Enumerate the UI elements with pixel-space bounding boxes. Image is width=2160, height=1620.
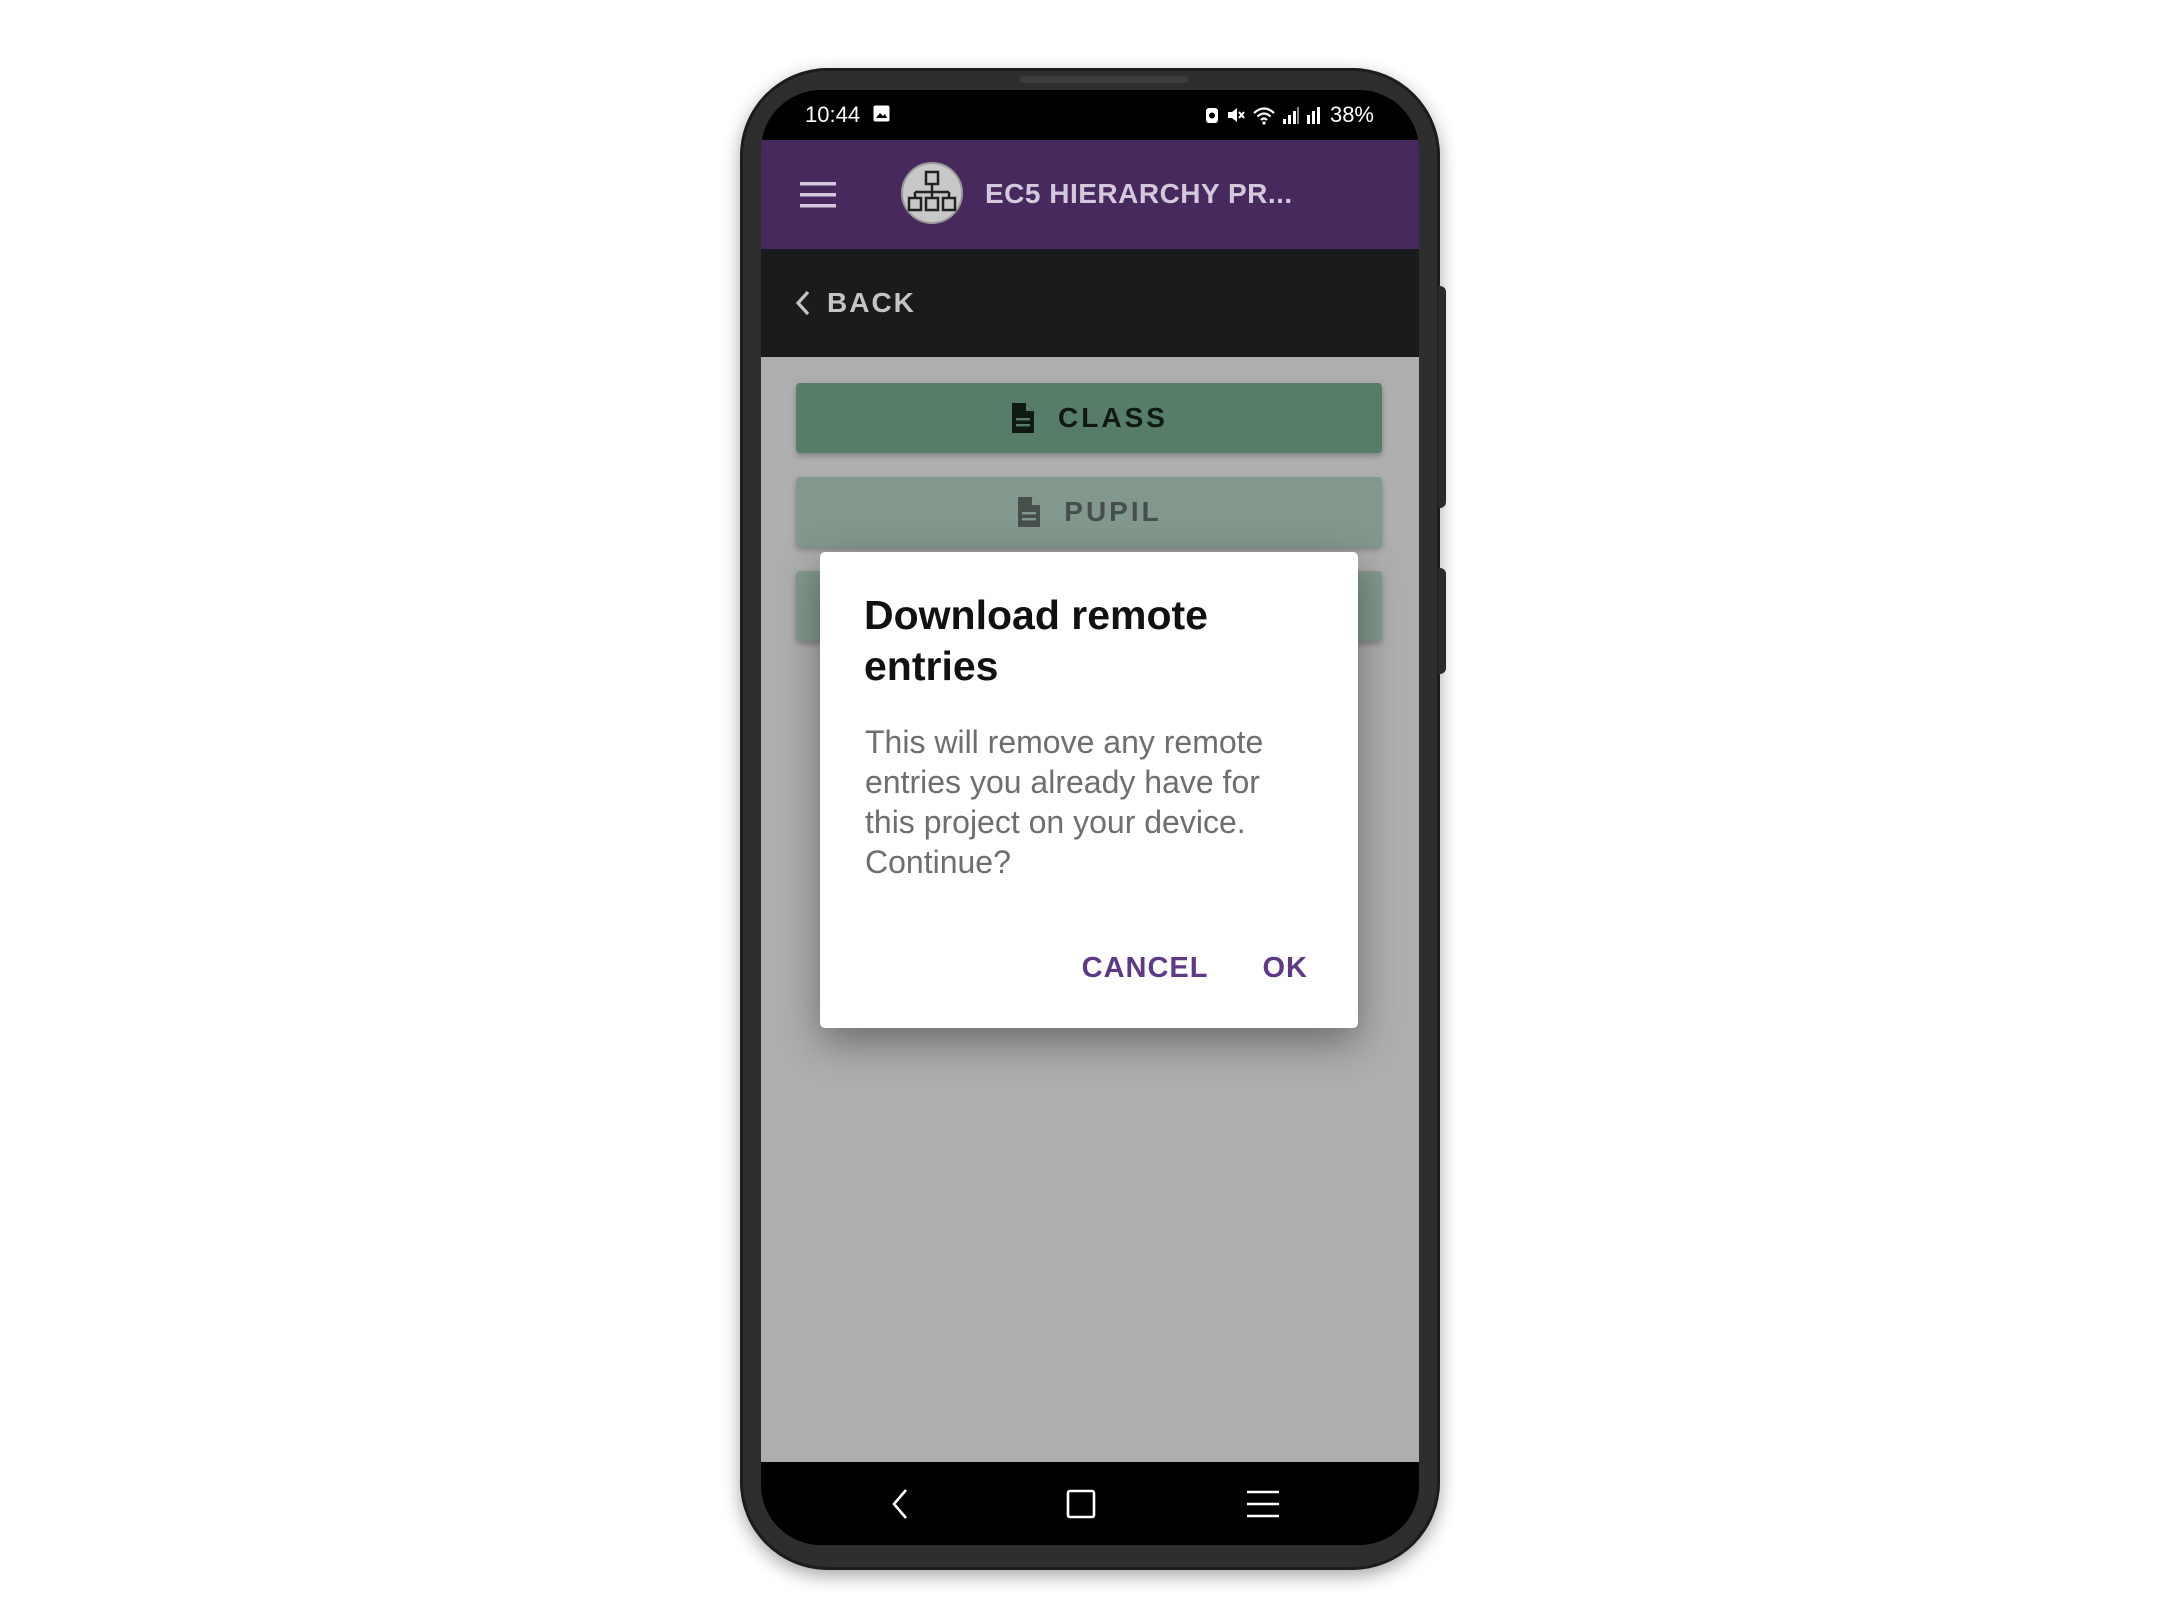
document-icon xyxy=(1012,403,1035,433)
app-title: EC5 HIERARCHY PR... xyxy=(985,178,1293,209)
signal-icon-2 xyxy=(1306,107,1320,124)
dialog-actions: CANCEL OK xyxy=(1082,952,1308,985)
ok-button[interactable]: OK xyxy=(1263,952,1309,985)
alarm-icon xyxy=(1205,108,1218,123)
back-bar: BACK xyxy=(761,249,1419,357)
gallery-icon xyxy=(873,105,890,122)
class-form-label: CLASS xyxy=(1058,402,1168,433)
menu-icon[interactable] xyxy=(799,180,837,210)
signal-icon xyxy=(1282,107,1299,124)
pupil-form-button[interactable]: PUPIL xyxy=(796,477,1382,547)
dialog-message: This will remove any remote entries you … xyxy=(865,724,1264,880)
wifi-icon xyxy=(1253,107,1275,125)
mute-icon xyxy=(1227,108,1245,122)
class-form-button[interactable]: CLASS xyxy=(796,383,1382,453)
chevron-left-icon xyxy=(795,290,810,316)
app-bar: EC5 HIERARCHY PR... xyxy=(761,140,1419,249)
home-nav-icon[interactable] xyxy=(1059,1482,1103,1526)
earpiece-speaker xyxy=(1020,76,1188,83)
document-icon xyxy=(1018,497,1041,527)
back-nav-icon[interactable] xyxy=(879,1482,923,1526)
status-bar: 10:44 38% xyxy=(761,90,1419,140)
project-logo-icon xyxy=(901,162,963,224)
recents-nav-icon[interactable] xyxy=(1241,1482,1285,1526)
power-button xyxy=(1438,568,1446,674)
back-label: BACK xyxy=(827,287,916,318)
volume-button xyxy=(1438,286,1446,508)
pupil-form-label: PUPIL xyxy=(1064,496,1162,527)
cancel-button[interactable]: CANCEL xyxy=(1082,952,1209,985)
back-button[interactable]: BACK xyxy=(793,281,916,325)
status-time: 10:44 xyxy=(805,102,861,127)
download-dialog: Download remote entries This will remove… xyxy=(820,552,1358,1028)
dialog-title: Download remote entries xyxy=(864,592,1208,689)
navigation-bar xyxy=(761,1462,1419,1545)
status-icons: 38% xyxy=(1204,102,1374,128)
battery-percent: 38% xyxy=(1329,102,1374,127)
